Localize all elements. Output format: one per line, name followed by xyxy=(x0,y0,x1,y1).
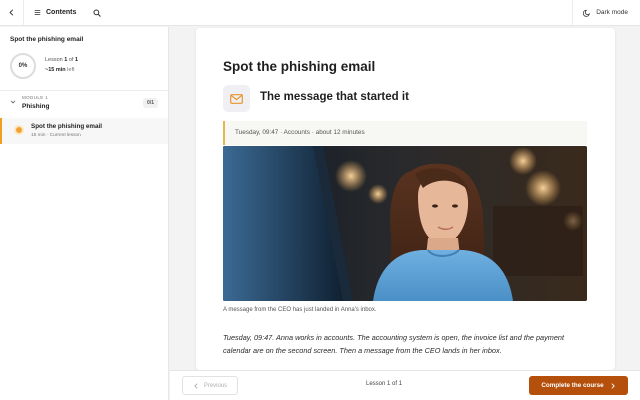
complete-label: Complete the course xyxy=(541,382,604,389)
office-worker-illustration xyxy=(223,146,587,301)
moon-icon xyxy=(583,9,591,17)
list-icon xyxy=(34,10,41,15)
contents-label: Contents xyxy=(46,9,77,16)
dark-mode-toggle[interactable]: Dark mode xyxy=(572,0,640,26)
module-count-badge: 0/1 xyxy=(143,98,158,108)
chevron-right-icon xyxy=(611,382,615,389)
current-lesson-dot xyxy=(16,127,22,133)
chevron-down-icon xyxy=(10,100,16,104)
module-header[interactable]: MODULE 1 Phishing 0/1 xyxy=(0,91,168,116)
lesson-footer: Previous Lesson 1 of 1 Complete the cour… xyxy=(170,370,640,400)
back-button[interactable] xyxy=(0,0,24,26)
module-name: Phishing xyxy=(22,103,50,110)
progress-ring: 0% xyxy=(10,53,36,79)
lesson-counter: Lesson 1 of 1 xyxy=(366,381,403,387)
image-caption: A message from the CEO has just landed i… xyxy=(223,307,377,313)
lesson-body-text: Tuesday, 09:47. Anna works in accounts. … xyxy=(223,333,564,355)
contents-button[interactable]: Contents xyxy=(24,0,86,26)
search-button[interactable] xyxy=(86,0,108,26)
search-icon xyxy=(93,8,102,17)
lesson-progress-text: Lesson 1 of 1 xyxy=(45,57,79,63)
module-kicker: MODULE 1 xyxy=(22,95,49,100)
previous-label: Previous xyxy=(203,382,228,389)
sidebar: Spot the phishing email 0% Lesson 1 of 1… xyxy=(0,27,169,400)
complete-course-button[interactable]: Complete the course xyxy=(529,376,628,395)
chevron-left-icon xyxy=(9,9,14,16)
mail-icon xyxy=(230,93,243,104)
sidebar-lesson-title: Spot the phishing email xyxy=(31,123,103,130)
previous-button[interactable]: Previous xyxy=(182,376,238,395)
scene-photo xyxy=(223,146,587,301)
dark-mode-label: Dark mode xyxy=(596,9,628,16)
time-left-text: ~15 min left xyxy=(45,67,75,73)
chevron-left-icon xyxy=(194,382,198,389)
sidebar-lesson-item[interactable]: Spot the phishing email 15 min · Current… xyxy=(0,118,168,144)
section-icon-tile xyxy=(223,85,250,112)
sidebar-lesson-meta: 15 min · Current lesson xyxy=(31,133,81,138)
section-title: The message that started it xyxy=(260,91,409,103)
lesson-card: Spot the phishing email The message that… xyxy=(196,28,615,370)
context-callout: Tuesday, 09:47 · Accounts · about 12 min… xyxy=(223,121,587,145)
top-bar: Contents Dark mode xyxy=(0,0,640,26)
course-title: Spot the phishing email xyxy=(10,36,84,43)
callout-text: Tuesday, 09:47 · Accounts · about 12 min… xyxy=(235,129,365,136)
progress-percent: 0% xyxy=(18,63,28,69)
lesson-title: Spot the phishing email xyxy=(223,59,376,74)
